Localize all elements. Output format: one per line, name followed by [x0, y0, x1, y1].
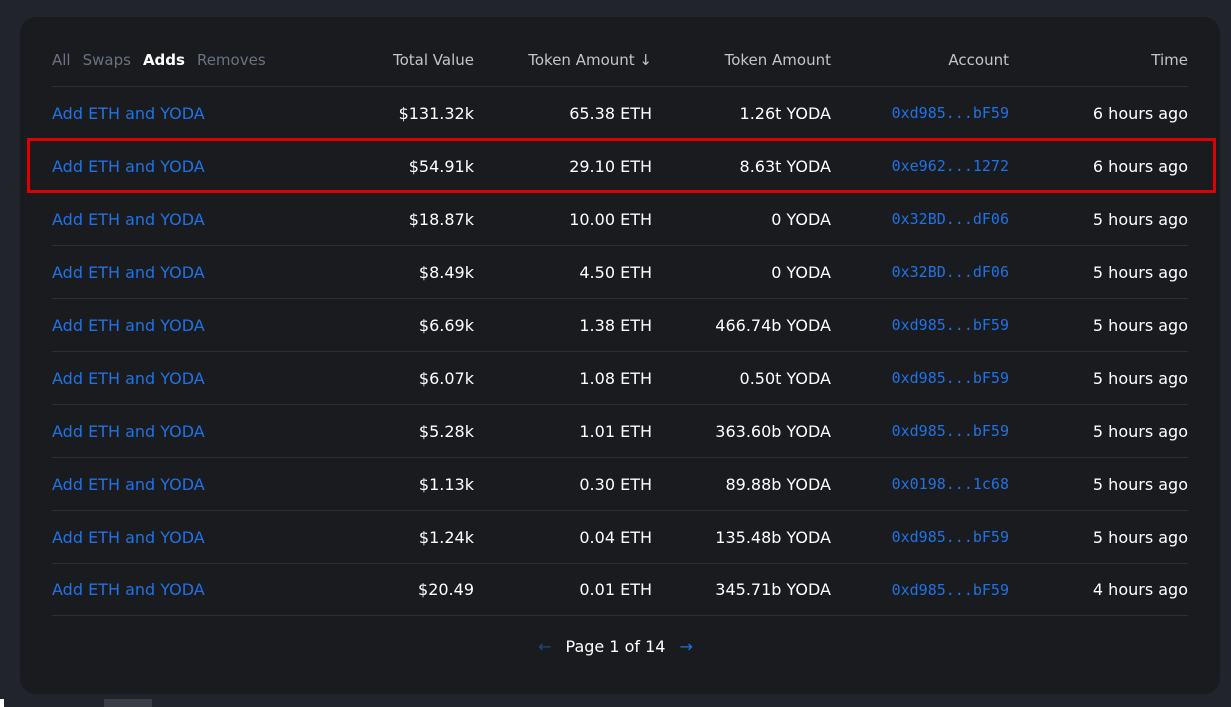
eth-amount-cell: 4.50 ETH — [579, 262, 652, 282]
transaction-link[interactable]: Add ETH and YODA — [52, 405, 205, 457]
time-cell: 5 hours ago — [1092, 262, 1188, 282]
total-value-cell: $1.13k — [418, 474, 474, 494]
account-link[interactable]: 0xd985...bF59 — [892, 299, 1009, 351]
table-row: Add ETH and YODA $8.49k 4.50 ETH 0 YODA … — [52, 245, 1188, 298]
eth-amount-cell: 0.01 ETH — [579, 580, 652, 599]
arrow-right-icon[interactable]: → — [679, 637, 692, 656]
transaction-link[interactable]: Add ETH and YODA — [52, 87, 205, 139]
table-row: Add ETH and YODA $1.24k 0.04 ETH 135.48b… — [52, 510, 1188, 563]
yoda-amount-cell: 1.26t YODA — [739, 103, 831, 123]
transaction-link[interactable]: Add ETH and YODA — [52, 352, 205, 404]
time-cell: 5 hours ago — [1092, 315, 1188, 335]
header-total-value[interactable]: Total Value — [393, 33, 474, 86]
filter-tabs: All Swaps Adds Removes — [52, 33, 266, 86]
table-row: Add ETH and YODA $6.07k 1.08 ETH 0.50t Y… — [52, 351, 1188, 404]
table-row: Add ETH and YODA $54.91k 29.10 ETH 8.63t… — [52, 139, 1188, 192]
account-link[interactable]: 0x32BD...dF06 — [892, 193, 1009, 245]
account-link[interactable]: 0xd985...bF59 — [892, 405, 1009, 457]
transaction-link[interactable]: Add ETH and YODA — [52, 140, 205, 192]
eth-amount-cell: 65.38 ETH — [569, 103, 652, 123]
filter-swaps-tab[interactable]: Swaps — [83, 51, 131, 69]
arrow-left-icon[interactable]: ← — [538, 637, 551, 656]
transaction-link[interactable]: Add ETH and YODA — [52, 458, 205, 510]
table-row: Add ETH and YODA $131.32k 65.38 ETH 1.26… — [52, 86, 1188, 139]
table-header: All Swaps Adds Removes Total Value Token… — [52, 33, 1188, 86]
eth-amount-cell: 0.30 ETH — [579, 474, 652, 494]
total-value-cell: $8.49k — [418, 262, 474, 282]
account-link[interactable]: 0xd985...bF59 — [892, 511, 1009, 563]
eth-amount-cell: 1.38 ETH — [579, 315, 652, 335]
account-link[interactable]: 0xd985...bF59 — [892, 352, 1009, 404]
yoda-amount-cell: 135.48b YODA — [715, 527, 831, 547]
header-token-amount[interactable]: Token Amount — [725, 33, 831, 86]
transaction-link[interactable]: Add ETH and YODA — [52, 511, 205, 563]
total-value-cell: $6.07k — [418, 368, 474, 388]
time-cell: 5 hours ago — [1092, 527, 1188, 547]
pagination: ← Page 1 of 14 → — [0, 632, 1231, 660]
transaction-link[interactable]: Add ETH and YODA — [52, 193, 205, 245]
total-value-cell: $6.69k — [418, 315, 474, 335]
yoda-amount-cell: 345.71b YODA — [715, 580, 831, 599]
account-link[interactable]: 0xe962...1272 — [892, 140, 1009, 192]
time-cell: 5 hours ago — [1092, 209, 1188, 229]
yoda-amount-cell: 466.74b YODA — [715, 315, 831, 335]
transaction-link[interactable]: Add ETH and YODA — [52, 564, 205, 615]
header-account: Account — [948, 50, 1009, 69]
time-cell: 4 hours ago — [1092, 580, 1188, 599]
total-value-cell: $5.28k — [418, 421, 474, 441]
yoda-amount-cell: 0.50t YODA — [739, 368, 831, 388]
yoda-amount-cell: 89.88b YODA — [725, 474, 831, 494]
yoda-amount-cell: 0 YODA — [771, 262, 831, 282]
yoda-amount-cell: 0 YODA — [771, 209, 831, 229]
eth-amount-cell: 1.01 ETH — [579, 421, 652, 441]
yoda-amount-cell: 363.60b YODA — [715, 421, 831, 441]
total-value-cell: $1.24k — [418, 527, 474, 547]
taskbar-edge — [0, 699, 4, 707]
time-cell: 5 hours ago — [1092, 421, 1188, 441]
page-indicator: Page 1 of 14 — [565, 636, 666, 656]
transaction-link[interactable]: Add ETH and YODA — [52, 299, 205, 351]
account-link[interactable]: 0xd985...bF59 — [892, 87, 1009, 139]
table-row: Add ETH and YODA $1.13k 0.30 ETH 89.88b … — [52, 457, 1188, 510]
eth-amount-cell: 10.00 ETH — [569, 209, 652, 229]
total-value-cell: $18.87k — [408, 209, 474, 229]
time-cell: 6 hours ago — [1092, 103, 1188, 123]
filter-removes-tab[interactable]: Removes — [197, 51, 266, 69]
taskbar-app-icon[interactable] — [104, 699, 152, 707]
time-cell: 5 hours ago — [1092, 474, 1188, 494]
transaction-link[interactable]: Add ETH and YODA — [52, 246, 205, 298]
eth-amount-cell: 1.08 ETH — [579, 368, 652, 388]
account-link[interactable]: 0xd985...bF59 — [892, 564, 1009, 615]
total-value-cell: $54.91k — [408, 156, 474, 176]
table-row: Add ETH and YODA $5.28k 1.01 ETH 363.60b… — [52, 404, 1188, 457]
total-value-cell: $131.32k — [398, 103, 474, 123]
filter-all-tab[interactable]: All — [52, 51, 71, 69]
table-row: Add ETH and YODA $6.69k 1.38 ETH 466.74b… — [52, 298, 1188, 351]
time-cell: 6 hours ago — [1092, 156, 1188, 176]
header-token-amount-sorted[interactable]: Token Amount ↓ — [528, 33, 652, 86]
total-value-cell: $20.49 — [418, 580, 474, 599]
eth-amount-cell: 29.10 ETH — [569, 156, 652, 176]
yoda-amount-cell: 8.63t YODA — [739, 156, 831, 176]
eth-amount-cell: 0.04 ETH — [579, 527, 652, 547]
filter-adds-tab[interactable]: Adds — [143, 51, 185, 69]
table-row: Add ETH and YODA $18.87k 10.00 ETH 0 YOD… — [52, 192, 1188, 245]
header-time[interactable]: Time — [1151, 33, 1188, 86]
time-cell: 5 hours ago — [1092, 368, 1188, 388]
account-link[interactable]: 0x0198...1c68 — [892, 458, 1009, 510]
table-row: Add ETH and YODA $20.49 0.01 ETH 345.71b… — [52, 563, 1188, 616]
account-link[interactable]: 0x32BD...dF06 — [892, 246, 1009, 298]
